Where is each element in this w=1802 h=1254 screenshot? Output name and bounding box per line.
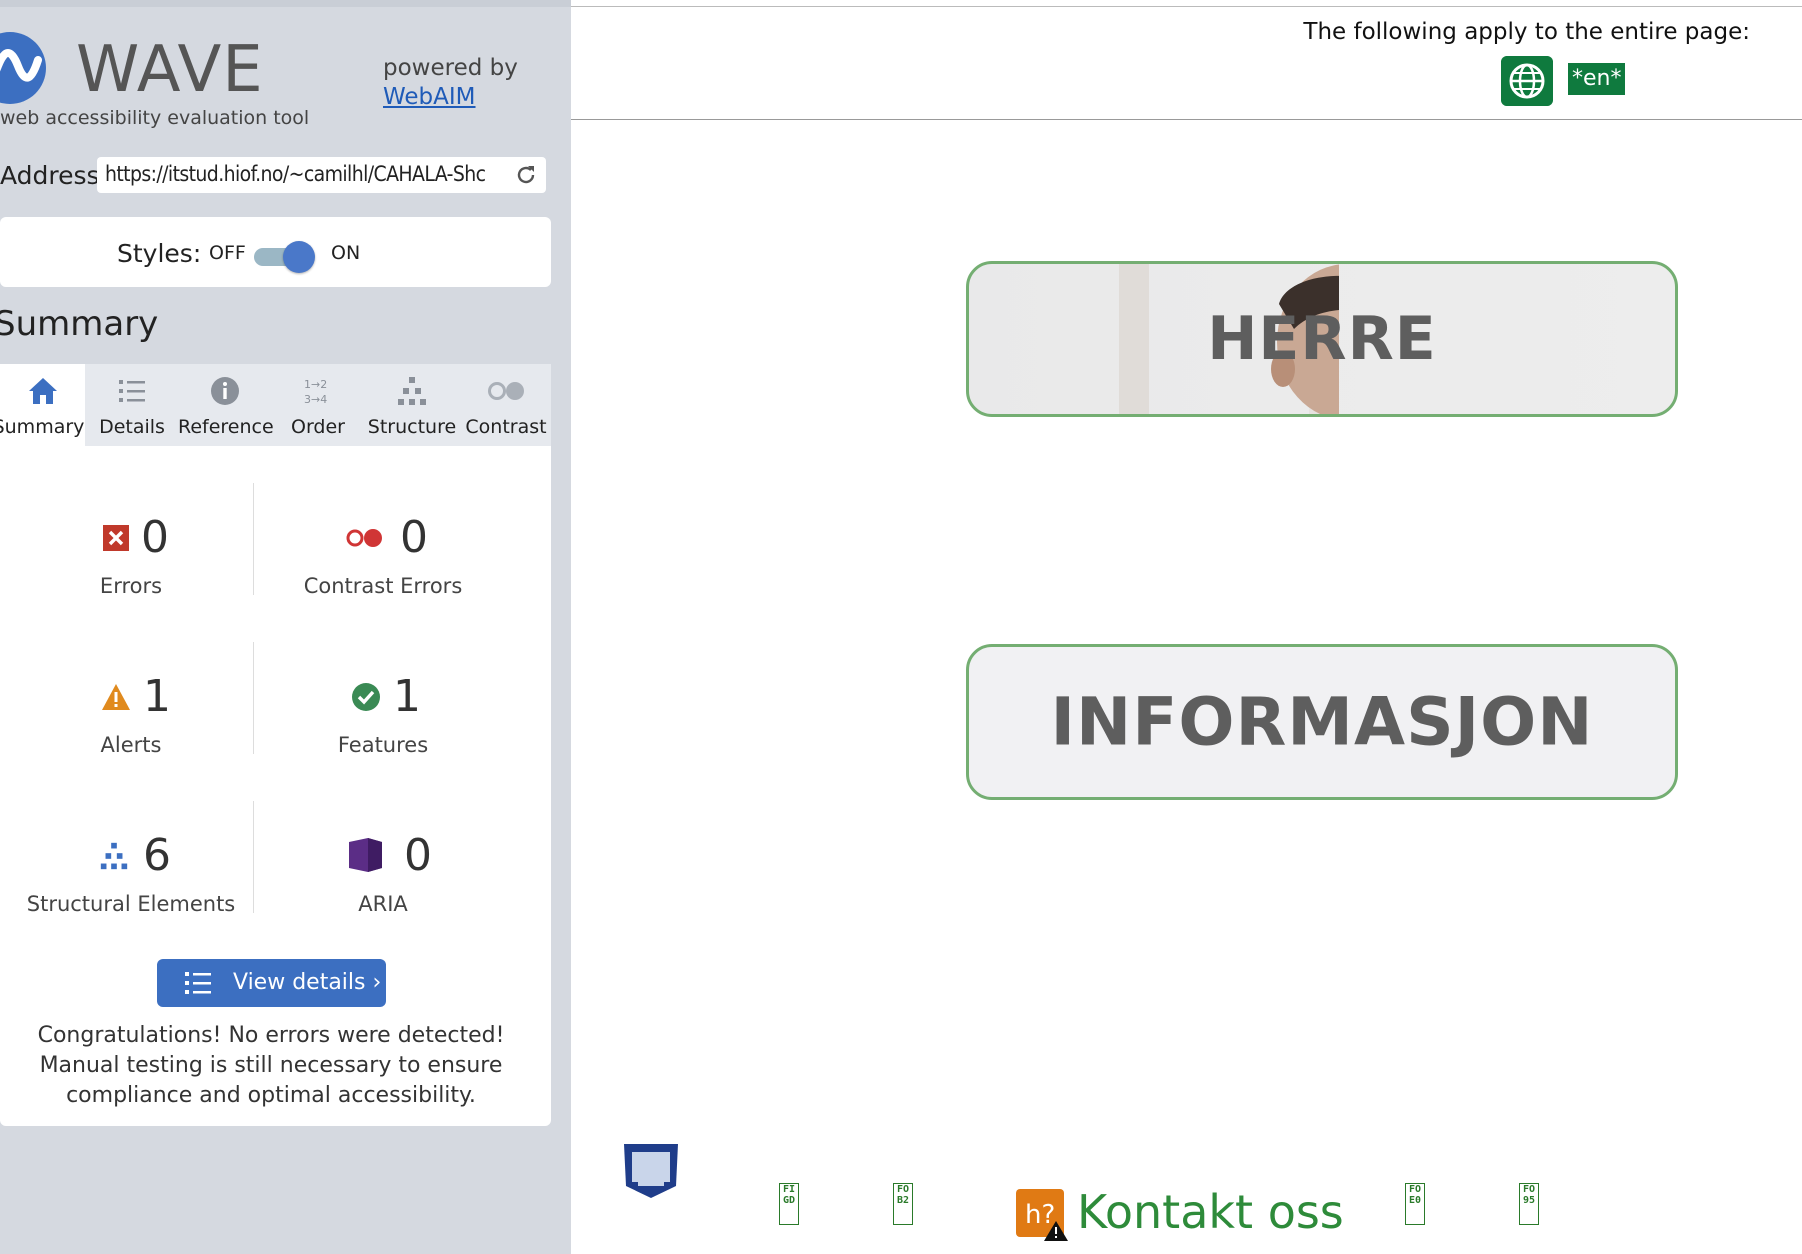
feature-badge-line: FO bbox=[896, 1184, 910, 1195]
features-count: 1 bbox=[393, 671, 421, 722]
summary-heading: Summary bbox=[0, 304, 159, 344]
summary-panel: 0 Errors 0 Contrast Errors 1 Alerts 1 Fe… bbox=[0, 446, 551, 1126]
alert-triangle-icon bbox=[102, 684, 130, 710]
reload-icon[interactable] bbox=[514, 163, 538, 187]
wave-tagline: web accessibility evaluation tool bbox=[0, 107, 310, 129]
home-icon bbox=[28, 378, 57, 404]
alerts-count: 1 bbox=[143, 671, 171, 722]
tab-structure-label: Structure bbox=[367, 416, 457, 438]
feature-badge-text: FO B2 bbox=[894, 1184, 912, 1206]
aria-count: 0 bbox=[404, 830, 432, 881]
contrast-icon bbox=[488, 382, 524, 400]
structure-icon bbox=[100, 842, 128, 870]
tab-details[interactable]: Details bbox=[88, 364, 176, 446]
nav-button-informasjon-label: INFORMASJON bbox=[1050, 683, 1594, 761]
tab-summary-label: Summary bbox=[0, 416, 85, 438]
webaim-link[interactable]: WebAIM bbox=[383, 84, 476, 110]
tab-reference[interactable]: Reference bbox=[178, 364, 274, 446]
feature-badge-line: FO bbox=[1522, 1184, 1536, 1195]
tab-order-label: Order bbox=[291, 416, 345, 438]
feature-badge-icon[interactable]: FI GD bbox=[779, 1183, 799, 1225]
congrats-message: Congratulations! No errors were detected… bbox=[37, 1023, 505, 1108]
styles-label: Styles: bbox=[117, 239, 202, 268]
nav-button-herre[interactable]: HERRE bbox=[966, 261, 1678, 417]
language-tag[interactable]: *en* bbox=[1568, 63, 1626, 95]
sidebar-top-border bbox=[0, 0, 571, 7]
tab-details-label: Details bbox=[99, 416, 165, 438]
alerts-label: Alerts bbox=[100, 733, 162, 757]
aria-label: ARIA bbox=[358, 892, 408, 916]
feature-badge-text: FI GD bbox=[780, 1184, 798, 1206]
contrast-error-icon bbox=[346, 529, 382, 547]
aria-cube-icon bbox=[349, 838, 382, 872]
entire-page-notice: The following apply to the entire page: bbox=[1303, 19, 1750, 45]
page-level-icons-bar: The following apply to the entire page: … bbox=[571, 7, 1802, 120]
errors-count: 0 bbox=[141, 512, 169, 563]
address-input[interactable] bbox=[103, 161, 507, 187]
feature-badge-text: FO E0 bbox=[1406, 1184, 1424, 1206]
footer-region-icon[interactable] bbox=[622, 1142, 680, 1200]
feature-badge-line: FI bbox=[782, 1184, 796, 1195]
feature-badge-line: 95 bbox=[1522, 1195, 1536, 1206]
contrast-errors-label: Contrast Errors bbox=[303, 574, 463, 598]
errors-label: Errors bbox=[99, 574, 163, 598]
structural-label: Structural Elements bbox=[26, 892, 236, 916]
features-label: Features bbox=[337, 733, 429, 757]
feature-badge-line: B2 bbox=[896, 1195, 910, 1206]
nav-button-informasjon[interactable]: INFORMASJON bbox=[966, 644, 1678, 800]
heading-icon-text: h? bbox=[1025, 1200, 1055, 1230]
nav-button-herre-label: HERRE bbox=[1207, 304, 1437, 374]
language-globe-icon[interactable] bbox=[1501, 56, 1553, 106]
structure-icon bbox=[398, 377, 426, 405]
feature-badge-text: FO 95 bbox=[1520, 1184, 1538, 1206]
list-icon bbox=[185, 972, 211, 994]
structural-count: 6 bbox=[143, 830, 171, 881]
feature-badge-icon[interactable]: FO B2 bbox=[893, 1183, 913, 1225]
panel-tabs: Summary Details Reference 1→2 3→4 Order bbox=[0, 364, 551, 446]
feature-badge-line: GD bbox=[782, 1195, 796, 1206]
address-label: Address: bbox=[0, 161, 108, 190]
feature-badge-icon[interactable]: FO E0 bbox=[1405, 1183, 1425, 1225]
view-details-button[interactable]: View details › bbox=[157, 959, 386, 1007]
tab-order[interactable]: 1→2 3→4 Order bbox=[274, 364, 362, 446]
styles-on-label: ON bbox=[331, 242, 361, 264]
powered-by-text: powered by bbox=[383, 55, 518, 81]
styles-off-label: OFF bbox=[209, 242, 246, 264]
tab-reference-label: Reference bbox=[178, 416, 274, 438]
order-icon: 1→2 3→4 bbox=[304, 378, 327, 406]
wave-logo-icon bbox=[0, 32, 46, 104]
feature-check-icon bbox=[352, 683, 380, 711]
error-x-icon bbox=[103, 525, 129, 551]
styles-toggle[interactable] bbox=[252, 239, 315, 273]
address-field[interactable] bbox=[97, 157, 546, 193]
styles-panel: Styles: OFF ON bbox=[0, 217, 551, 287]
view-details-label: View details › bbox=[233, 970, 382, 995]
svg-text:1→2: 1→2 bbox=[304, 378, 327, 391]
tab-structure[interactable]: Structure bbox=[364, 364, 460, 446]
feature-badge-line: E0 bbox=[1408, 1195, 1422, 1206]
heading-alert-icon[interactable]: h? bbox=[1016, 1189, 1068, 1241]
info-icon bbox=[211, 377, 239, 405]
feature-badge-icon[interactable]: FO 95 bbox=[1519, 1183, 1539, 1225]
toggle-knob bbox=[283, 241, 315, 273]
tab-contrast-label: Contrast bbox=[465, 416, 547, 438]
wave-sidebar: WAVE web accessibility evaluation tool p… bbox=[0, 0, 571, 1254]
contrast-errors-count: 0 bbox=[400, 512, 428, 563]
kontakt-oss-link[interactable]: Kontakt oss bbox=[1077, 1185, 1344, 1239]
tab-contrast[interactable]: Contrast bbox=[462, 364, 550, 446]
tab-summary[interactable]: Summary bbox=[0, 364, 85, 446]
feature-badge-line: FO bbox=[1408, 1184, 1422, 1195]
wave-logo-text: WAVE bbox=[76, 33, 264, 107]
svg-text:3→4: 3→4 bbox=[304, 393, 327, 406]
list-icon bbox=[119, 380, 145, 402]
